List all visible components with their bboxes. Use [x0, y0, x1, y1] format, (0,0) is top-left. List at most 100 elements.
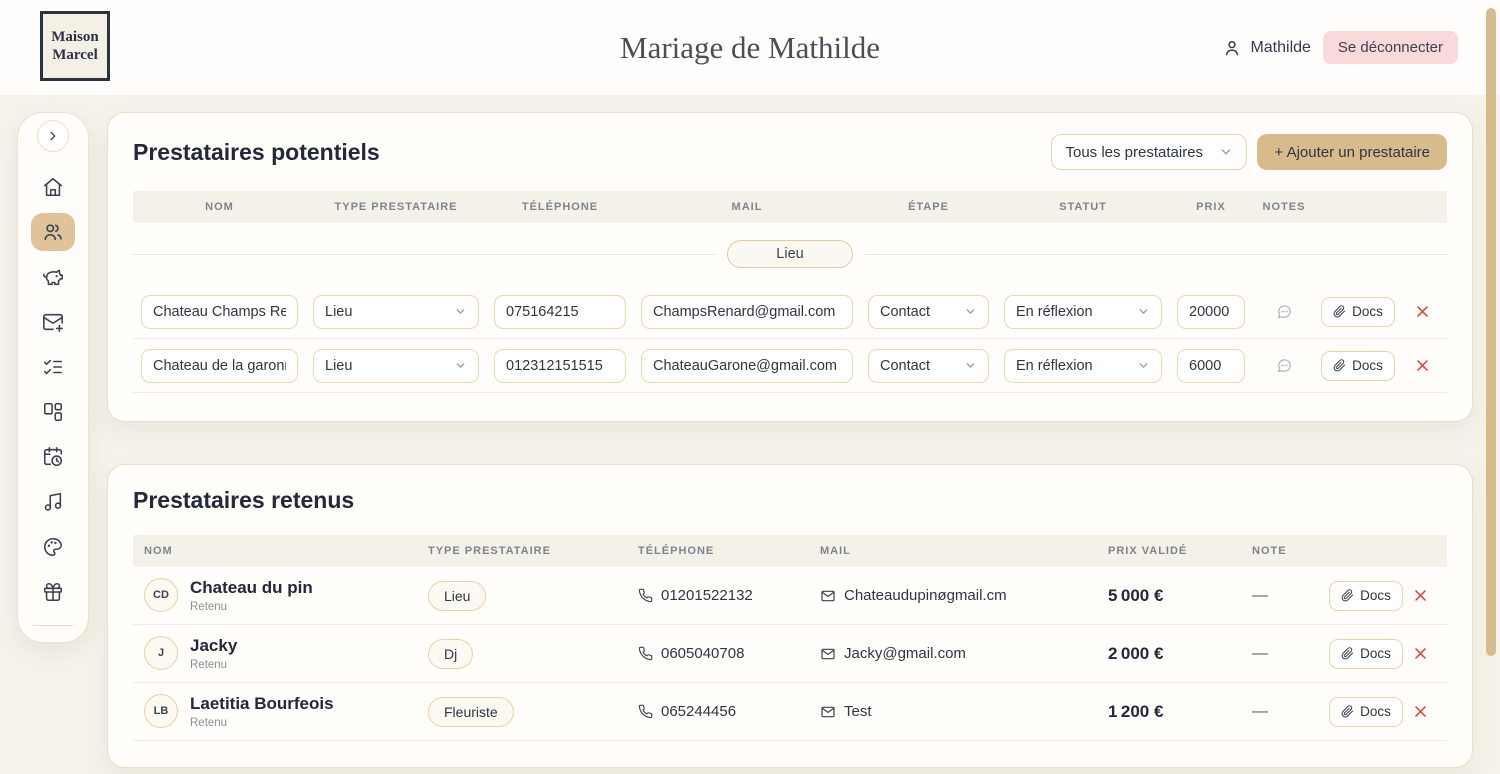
- mail-input[interactable]: [641, 349, 853, 383]
- phone-input[interactable]: [494, 295, 626, 329]
- sidebar-item-theme[interactable]: [31, 528, 75, 566]
- etape-select[interactable]: Contact: [868, 349, 989, 383]
- type-select[interactable]: Lieu: [313, 295, 479, 329]
- sidebar-item-home[interactable]: [31, 168, 75, 206]
- avatar-initials: LB: [154, 705, 169, 717]
- column-header: STATUT: [1004, 201, 1162, 213]
- validated-price: 5 000 €: [1108, 586, 1252, 606]
- prestataire-status: Retenu: [190, 659, 237, 671]
- retained-head: Prestataires retenus: [133, 465, 1447, 535]
- delete-button[interactable]: [1413, 646, 1428, 661]
- group-divider: Lieu: [133, 223, 1447, 285]
- delete-button[interactable]: [1413, 704, 1428, 719]
- column-header: NOTES: [1260, 201, 1308, 213]
- delete-button[interactable]: [1413, 588, 1428, 603]
- name-input[interactable]: [141, 295, 298, 329]
- delete-x-icon: [1413, 588, 1428, 603]
- sidebar-item-checklist[interactable]: [31, 348, 75, 386]
- calendar-clock-icon: [42, 446, 64, 468]
- column-header: MAIL: [820, 545, 1108, 557]
- delete-x-icon: [1415, 304, 1430, 319]
- mail-plus-icon: [42, 311, 64, 333]
- phone-input[interactable]: [494, 349, 626, 383]
- divider-line: [133, 254, 715, 255]
- type-select-value: Lieu: [325, 304, 352, 320]
- retained-row: CD Chateau du pin Retenu Lieu 0120152213…: [133, 567, 1447, 625]
- sidebar-toggle-button[interactable]: [37, 120, 69, 152]
- top-bar: Maison Marcel Mariage de Mathilde Mathil…: [0, 0, 1500, 95]
- column-header: PRIX: [1177, 201, 1245, 213]
- prix-input[interactable]: [1177, 349, 1245, 383]
- docs-button[interactable]: Docs: [1329, 697, 1403, 727]
- mail-input[interactable]: [641, 295, 853, 329]
- type-select[interactable]: Lieu: [313, 349, 479, 383]
- statut-select[interactable]: En réflexion: [1004, 349, 1162, 383]
- docs-label: Docs: [1360, 646, 1391, 661]
- column-header: TYPE PRESTATAIRE: [313, 201, 479, 213]
- filter-select-value: Tous les prestataires: [1065, 144, 1203, 161]
- prestataire-name: Jacky: [190, 636, 237, 656]
- column-header: ÉTAPE: [868, 201, 989, 213]
- paperclip-icon: [1341, 589, 1354, 602]
- note-value: —: [1252, 703, 1331, 721]
- page-scrollbar[interactable]: [1486, 8, 1496, 656]
- delete-x-icon: [1413, 646, 1428, 661]
- sidebar-item-music[interactable]: [31, 483, 75, 521]
- column-header: TYPE PRESTATAIRE: [428, 545, 638, 557]
- prestataire-name: Laetitia Bourfeois: [190, 694, 334, 714]
- note-value: —: [1252, 645, 1331, 663]
- phone-value: 0605040708: [661, 645, 744, 662]
- chevron-down-icon: [964, 359, 977, 372]
- potential-row: Lieu Contact En réflexion Docs: [133, 285, 1447, 339]
- group-pill[interactable]: Lieu: [727, 240, 852, 268]
- gift-icon: [42, 581, 64, 603]
- notes-button[interactable]: [1276, 303, 1293, 320]
- etape-select-value: Contact: [880, 304, 930, 320]
- comment-icon: [1276, 303, 1293, 320]
- mail-icon: [820, 646, 836, 662]
- sidebar-item-gifts[interactable]: [31, 573, 75, 611]
- docs-button[interactable]: Docs: [1329, 639, 1403, 669]
- user-chip: Mathilde: [1222, 38, 1310, 58]
- delete-x-icon: [1413, 704, 1428, 719]
- column-header: NOM: [141, 201, 298, 213]
- prestataire-filter-select[interactable]: Tous les prestataires: [1051, 134, 1247, 170]
- sidebar-item-prestataires[interactable]: [31, 213, 75, 251]
- statut-select[interactable]: En réflexion: [1004, 295, 1162, 329]
- add-prestataire-button[interactable]: + Ajouter un prestataire: [1257, 134, 1447, 170]
- mail-icon: [820, 588, 836, 604]
- logout-button[interactable]: Se déconnecter: [1323, 31, 1458, 64]
- docs-button[interactable]: Docs: [1329, 581, 1403, 611]
- sidebar-item-planning[interactable]: [31, 438, 75, 476]
- home-icon: [42, 176, 64, 198]
- avatar: CD: [144, 578, 178, 612]
- delete-x-icon: [1415, 358, 1430, 373]
- docs-button[interactable]: Docs: [1321, 297, 1395, 327]
- paperclip-icon: [1341, 705, 1354, 718]
- prestataire-status: Retenu: [190, 601, 313, 613]
- avatar: J: [144, 636, 178, 670]
- users-icon: [42, 221, 64, 243]
- chevron-down-icon: [964, 305, 977, 318]
- sidebar-item-budget[interactable]: [31, 258, 75, 296]
- etape-select-value: Contact: [880, 358, 930, 374]
- prix-input[interactable]: [1177, 295, 1245, 329]
- docs-button[interactable]: Docs: [1321, 351, 1395, 381]
- checklist-icon: [42, 356, 64, 378]
- notes-button[interactable]: [1276, 357, 1293, 374]
- music-icon: [42, 491, 64, 513]
- delete-button[interactable]: [1415, 358, 1430, 373]
- paperclip-icon: [1333, 359, 1346, 372]
- column-header: NOM: [144, 545, 428, 557]
- mail-icon: [820, 704, 836, 720]
- potential-row: Lieu Contact En réflexion Docs: [133, 339, 1447, 393]
- sidebar-item-plan[interactable]: [31, 393, 75, 431]
- prestataire-name: Chateau du pin: [190, 578, 313, 598]
- sidebar-item-invitations[interactable]: [31, 303, 75, 341]
- name-input[interactable]: [141, 349, 298, 383]
- phone-icon: [638, 704, 653, 719]
- etape-select[interactable]: Contact: [868, 295, 989, 329]
- retained-card: Prestataires retenus NOMTYPE PRESTATAIRE…: [107, 464, 1473, 768]
- delete-button[interactable]: [1415, 304, 1430, 319]
- potentials-controls: Tous les prestataires + Ajouter un prest…: [1051, 134, 1447, 170]
